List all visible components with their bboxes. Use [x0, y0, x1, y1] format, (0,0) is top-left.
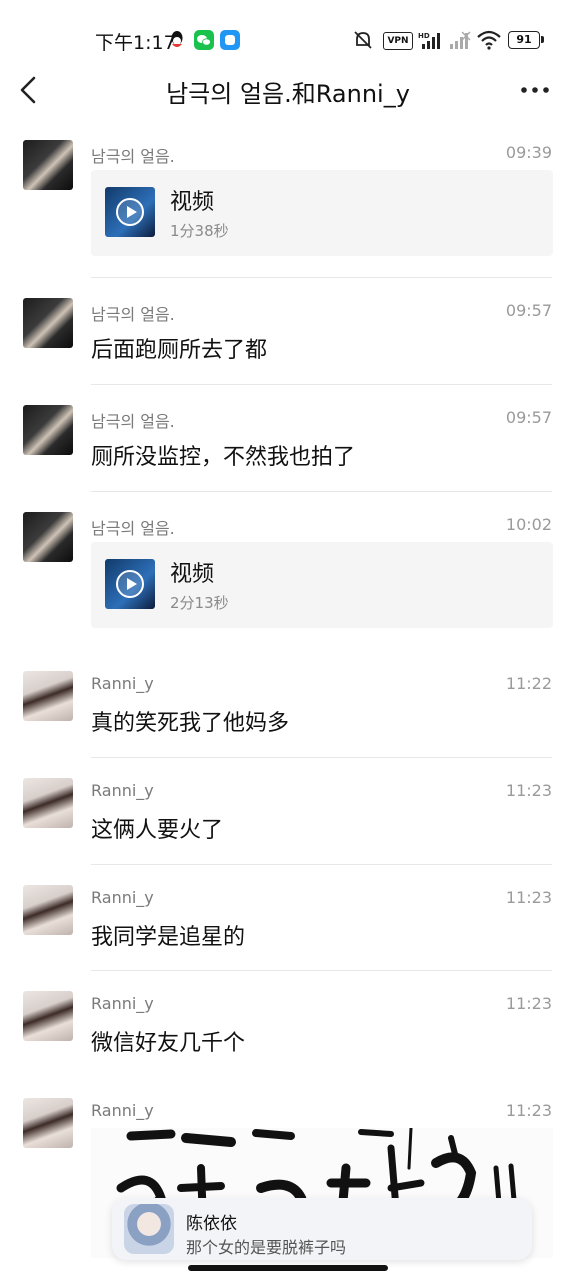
message-time: 11:23: [505, 1101, 552, 1120]
message-time: 11:23: [505, 994, 552, 1013]
sender-avatar[interactable]: [23, 1098, 73, 1148]
message-time: 09:39: [505, 143, 552, 162]
sender-avatar[interactable]: [23, 140, 73, 190]
message-divider: [91, 757, 552, 758]
message-time: 11:22: [505, 674, 552, 693]
signal-hd-icon: HD: [418, 30, 442, 50]
sender-name: 남극의 얼음.: [91, 147, 175, 166]
sender-name: Ranni_y: [91, 781, 154, 800]
sender-name: Ranni_y: [91, 1101, 154, 1120]
message-text[interactable]: 这俩人要火了: [91, 812, 223, 844]
message-time: 10:02: [505, 515, 552, 534]
mute-icon: [352, 30, 374, 50]
message-divider: [91, 864, 552, 865]
notification-sender: 陈依依: [186, 1214, 237, 1234]
sender-name: 남극의 얼음.: [91, 412, 175, 431]
sender-name: 남극의 얼음.: [91, 305, 175, 324]
sender-avatar[interactable]: [23, 298, 73, 348]
notification-message: 那个女的是要脱裤子吗: [186, 1238, 347, 1257]
video-label: 视频: [170, 562, 215, 587]
message-notification-banner[interactable]: 陈依依 那个女的是要脱裤子吗: [112, 1198, 532, 1260]
sender-name: Ranni_y: [91, 888, 154, 907]
sender-name: Ranni_y: [91, 994, 154, 1013]
wifi-icon: [476, 30, 502, 50]
message-time: 11:23: [505, 888, 552, 907]
message-text[interactable]: 微信好友几千个: [91, 1025, 245, 1057]
home-indicator[interactable]: [188, 1265, 388, 1271]
sender-name: Ranni_y: [91, 674, 154, 693]
message-text[interactable]: 真的笑死我了他妈多: [91, 705, 289, 737]
message-text[interactable]: 后面跑厕所去了都: [91, 332, 267, 364]
battery-indicator: 91: [508, 31, 540, 49]
vpn-badge: VPN: [383, 32, 413, 50]
message-divider: [91, 491, 552, 492]
sender-avatar[interactable]: [23, 778, 73, 828]
play-icon: [116, 570, 144, 598]
video-label: 视频: [170, 190, 215, 215]
message-time: 11:23: [505, 781, 552, 800]
sender-avatar[interactable]: [23, 405, 73, 455]
message-time: 09:57: [505, 301, 552, 320]
play-icon: [116, 198, 144, 226]
signal-weak-icon: [448, 30, 472, 50]
app-notification-icon: [220, 30, 240, 50]
video-thumbnail: [105, 559, 155, 609]
sender-avatar[interactable]: [23, 512, 73, 562]
message-text[interactable]: 厕所没监控，不然我也拍了: [91, 439, 355, 471]
message-divider: [91, 384, 552, 385]
qq-icon: [168, 30, 186, 50]
message-time: 09:57: [505, 408, 552, 427]
sender-name: 남극의 얼음.: [91, 519, 175, 538]
video-thumbnail: [105, 187, 155, 237]
notification-avatar: [124, 1204, 174, 1254]
sender-avatar[interactable]: [23, 991, 73, 1041]
message-divider: [91, 277, 552, 278]
sender-avatar[interactable]: [23, 885, 73, 935]
video-message-card[interactable]: 视频 2分13秒: [91, 542, 553, 628]
more-options-icon[interactable]: [514, 76, 556, 104]
video-duration: 2分13秒: [170, 594, 229, 612]
message-divider: [91, 970, 552, 971]
video-message-card[interactable]: 视频 1分38秒: [91, 170, 553, 256]
message-text[interactable]: 我同学是追星的: [91, 919, 245, 951]
status-time: 下午1:17: [95, 32, 176, 54]
battery-tip: [541, 36, 544, 43]
chat-header: 남극의 얼음.和Ranni_y: [0, 62, 576, 118]
video-duration: 1分38秒: [170, 222, 229, 240]
wechat-icon: [194, 30, 214, 50]
sender-avatar[interactable]: [23, 671, 73, 721]
svg-text:HD: HD: [418, 32, 430, 40]
chat-title: 남극의 얼음.和Ranni_y: [166, 80, 410, 108]
